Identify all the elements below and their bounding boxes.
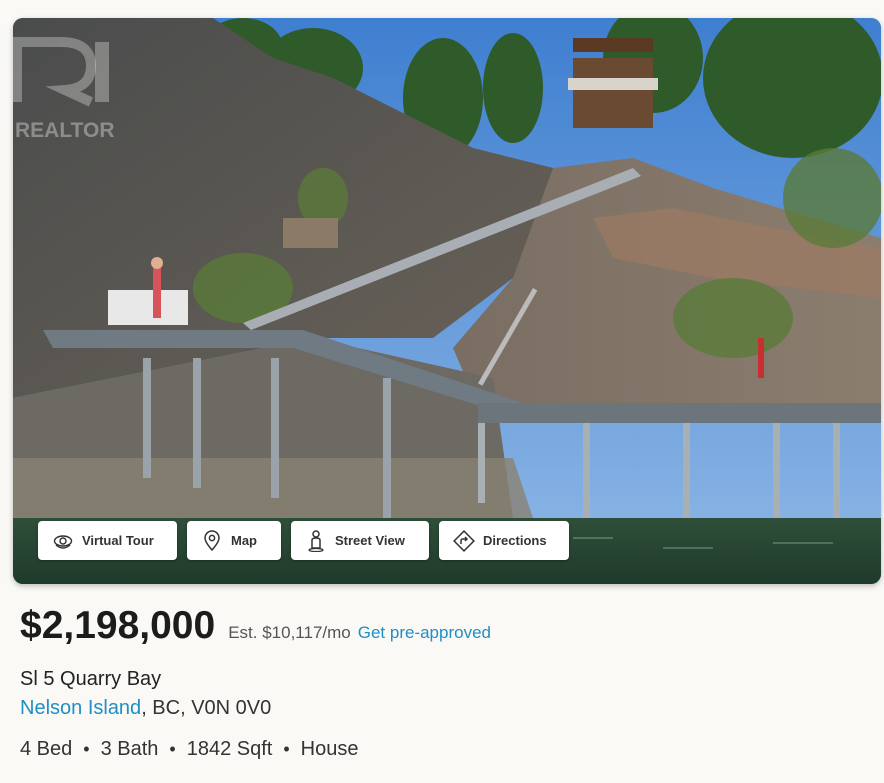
virtual-tour-label: Virtual Tour — [82, 533, 154, 548]
region-postal: , BC, V0N 0V0 — [141, 697, 272, 719]
baths-count: 3 Bath — [100, 738, 159, 760]
monthly-estimate: Est. $10,117/mo — [228, 623, 351, 642]
directions-icon — [453, 529, 475, 552]
directions-label: Directions — [483, 533, 547, 548]
get-pre-approved-link[interactable]: Get pre-approved — [358, 623, 491, 643]
price-row: $2,198,000 Est. $10,117/mo Get pre-appro… — [20, 604, 491, 648]
listing-photo[interactable]: REALTOR Virtual Tour Map Street View Dir… — [13, 18, 881, 584]
realtor-watermark: REALTOR — [13, 36, 115, 146]
street-view-button[interactable]: Street View — [291, 521, 429, 560]
realtor-logo-icon — [13, 37, 109, 107]
map-label: Map — [231, 533, 257, 548]
beds-count: 4 Bed — [20, 738, 73, 760]
map-button[interactable]: Map — [187, 521, 281, 560]
street-address: Sl 5 Quarry Bay — [20, 668, 162, 690]
listing-photo-image — [13, 18, 881, 584]
square-footage: 1842 Sqft — [186, 738, 273, 760]
virtual-tour-button[interactable]: Virtual Tour — [38, 521, 177, 560]
map-pin-icon — [201, 529, 223, 552]
directions-button[interactable]: Directions — [439, 521, 569, 560]
photo-action-bar: Virtual Tour Map Street View Directions — [38, 521, 569, 560]
city-address: Nelson Island, BC, V0N 0V0 — [20, 697, 271, 720]
facts-separator: • — [83, 739, 90, 759]
street-view-label: Street View — [335, 533, 405, 548]
listing-price: $2,198,000 — [20, 604, 216, 647]
listing-facts: 4 Bed • 3 Bath • 1842 Sqft • House — [20, 738, 358, 761]
facts-separator: • — [283, 739, 290, 759]
property-type: House — [300, 738, 359, 760]
street-view-person-icon — [305, 529, 327, 552]
facts-separator: • — [169, 739, 176, 759]
city-link[interactable]: Nelson Island — [20, 697, 141, 719]
virtual-tour-icon — [52, 530, 74, 552]
realtor-watermark-text: REALTOR — [15, 119, 115, 142]
